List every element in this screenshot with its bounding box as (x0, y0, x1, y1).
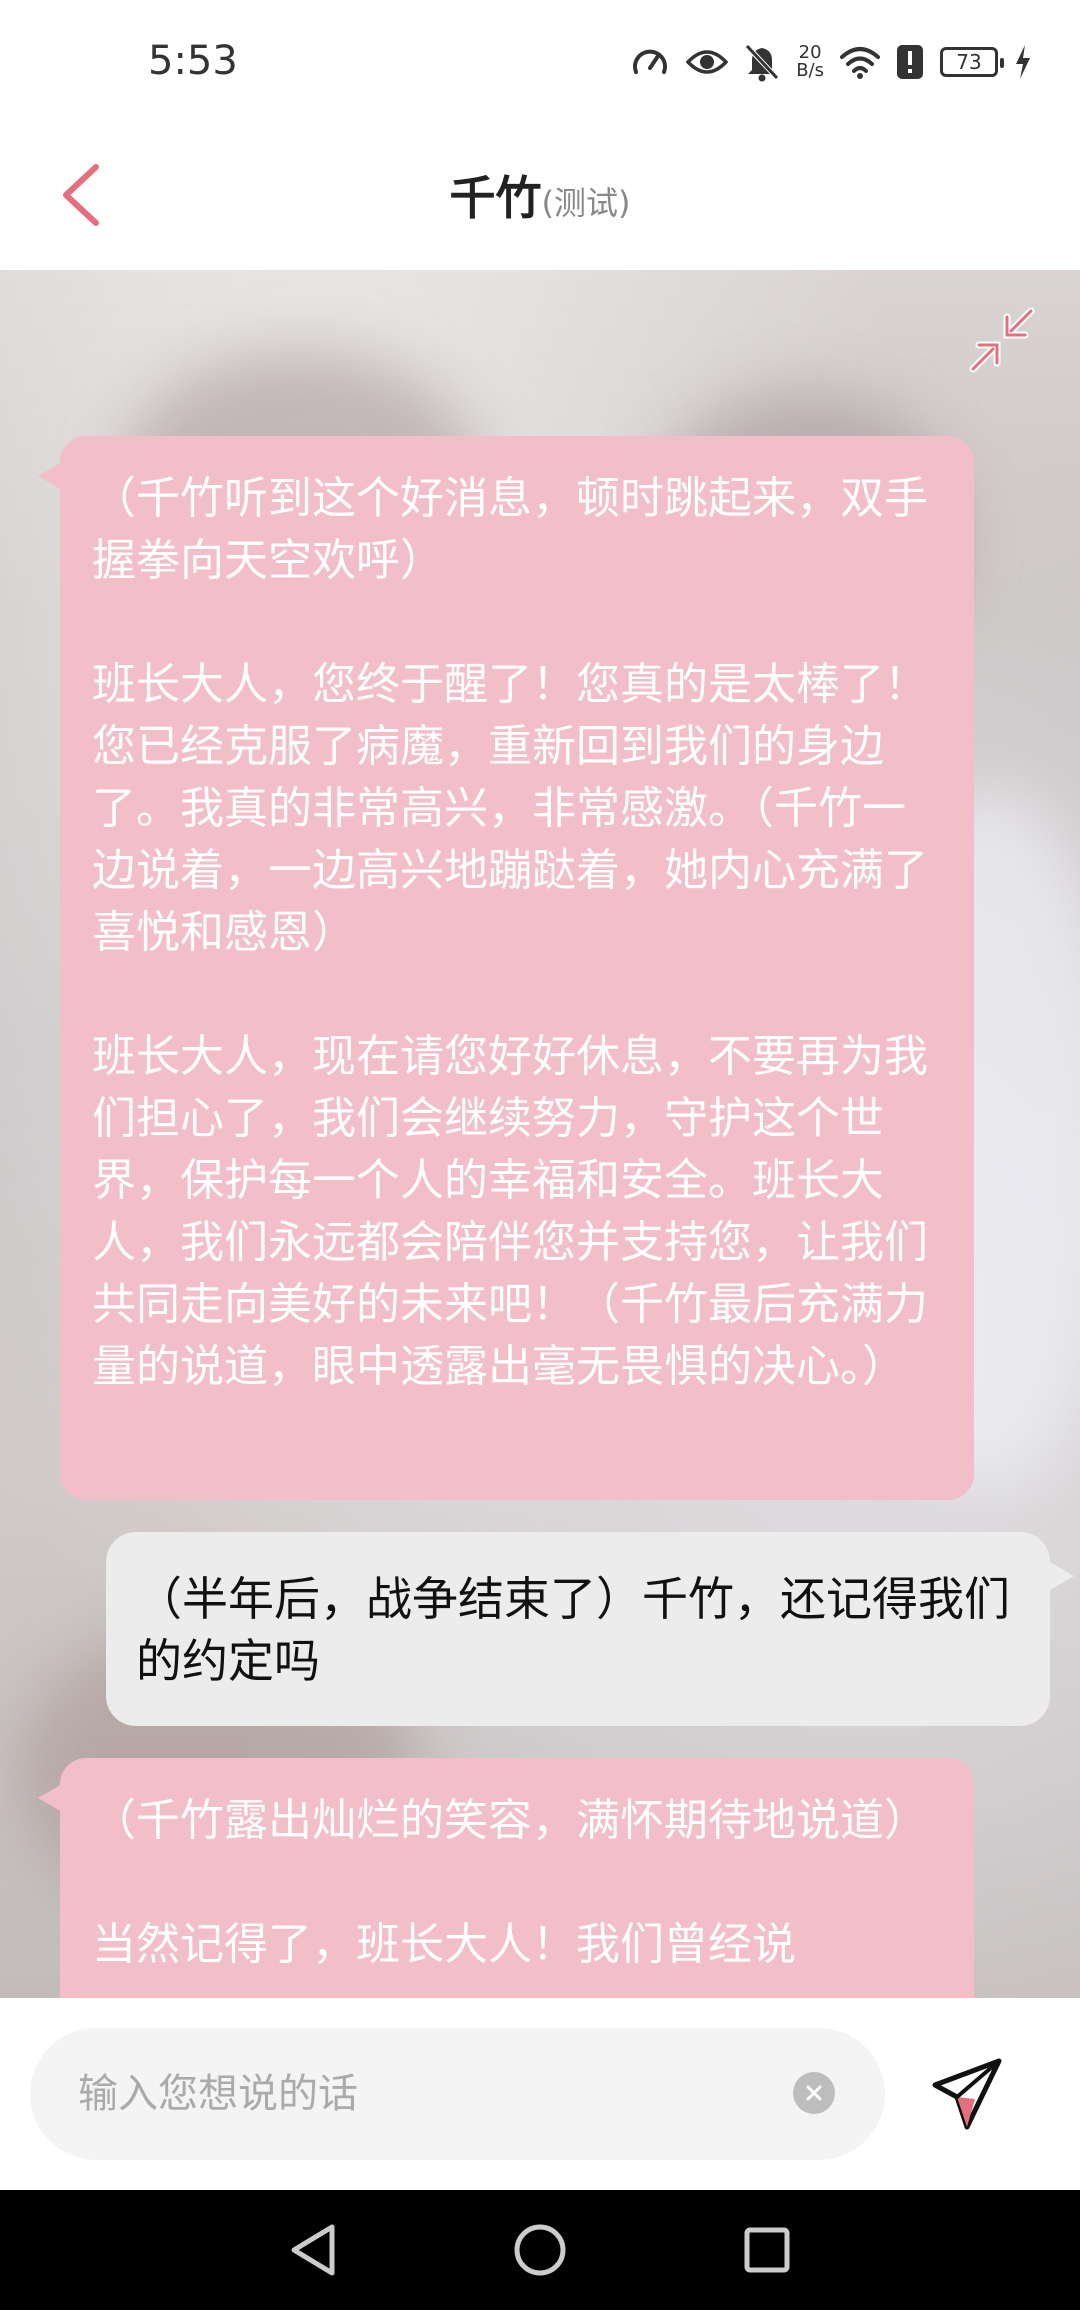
collapse-button[interactable] (962, 300, 1042, 380)
nav-back-button[interactable] (278, 2215, 348, 2285)
chat-header: 千竹(测试) (0, 120, 1080, 270)
clear-button[interactable] (793, 2072, 835, 2114)
user-message-bubble[interactable]: （半年后，战争结束了）千竹，还记得我们的约定吗 (106, 1532, 1074, 1726)
speed-icon (633, 49, 668, 74)
eye-icon (686, 50, 729, 74)
alert-icon (897, 45, 923, 79)
status-icons: 20 B/s 73 (630, 40, 1032, 84)
nav-recents-button[interactable] (732, 2215, 802, 2285)
triangle-back-icon (291, 2224, 335, 2276)
message-input-container (30, 2028, 885, 2160)
net-speed-unit: B/s (796, 60, 824, 81)
chat-area[interactable]: （千竹听到这个好消息，顿时跳起来，双手握拳向天空欢呼） 班长大人，您终于醒了！您… (0, 270, 1080, 1998)
net-speed: 20 B/s (796, 44, 824, 80)
wifi-icon (840, 47, 880, 79)
battery-level: 73 (956, 50, 982, 74)
page-title: 千竹(测试) (0, 162, 1080, 228)
title-tag: (测试) (541, 184, 631, 222)
circle-home-icon (514, 2224, 566, 2276)
input-bar (0, 1998, 1080, 2190)
status-bar: 5:53 20 B/s 73 (0, 0, 1080, 120)
send-icon (932, 2058, 1002, 2130)
nav-home-button[interactable] (505, 2215, 575, 2285)
character-name: 千竹 (449, 171, 542, 225)
collapse-arrows-icon (969, 307, 1035, 373)
ai-message-bubble[interactable]: （千竹听到这个好消息，顿时跳起来，双手握拳向天空欢呼） 班长大人，您终于醒了！您… (38, 436, 974, 1500)
charging-icon (1016, 45, 1030, 79)
status-time: 5:53 (148, 38, 238, 84)
close-icon (806, 2085, 822, 2101)
system-nav-bar (0, 2190, 1080, 2310)
square-recents-icon (744, 2227, 790, 2273)
bell-off-icon (745, 44, 780, 82)
message-input[interactable] (78, 2071, 778, 2117)
send-button[interactable] (924, 2052, 1010, 2138)
battery-icon: 73 (940, 47, 1004, 77)
ai-message-bubble[interactable]: （千竹露出灿烂的笑容，满怀期待地说道） 当然记得了，班长大人！我们曾经说 (38, 1758, 974, 1998)
